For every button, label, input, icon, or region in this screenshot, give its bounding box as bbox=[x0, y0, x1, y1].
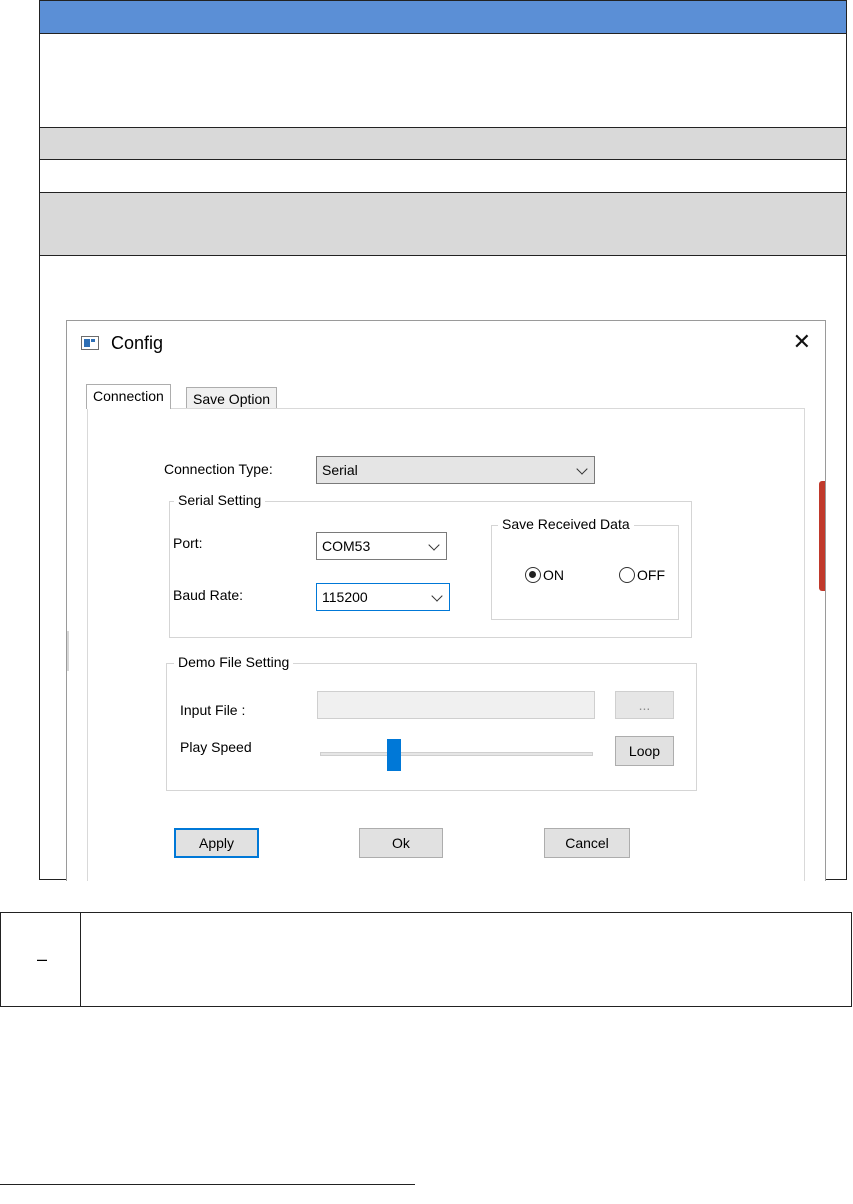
app-window-icon bbox=[81, 336, 99, 350]
demo-file-setting-group: Demo File Setting bbox=[166, 654, 697, 791]
baud-rate-select[interactable]: 115200 bbox=[316, 583, 450, 611]
port-value: COM53 bbox=[322, 538, 371, 554]
connection-type-select[interactable]: Serial bbox=[316, 456, 595, 484]
footnote-separator bbox=[0, 1184, 415, 1185]
baud-rate-value: 115200 bbox=[322, 589, 368, 605]
table-row-shaded bbox=[40, 128, 846, 160]
tab-save-option[interactable]: Save Option bbox=[186, 387, 278, 409]
off-radio-label: OFF bbox=[637, 567, 665, 583]
demo-file-setting-title: Demo File Setting bbox=[174, 654, 294, 670]
connection-type-value: Serial bbox=[322, 462, 358, 478]
cancel-button[interactable]: Cancel bbox=[544, 828, 630, 858]
connection-type-label: Connection Type: bbox=[164, 461, 273, 477]
play-speed-label: Play Speed bbox=[180, 739, 252, 755]
note-table: – bbox=[0, 912, 852, 1007]
background-window-edge bbox=[819, 481, 825, 591]
window-edge bbox=[67, 631, 69, 671]
play-speed-slider-track[interactable] bbox=[320, 752, 593, 756]
table-row-shaded bbox=[40, 193, 846, 256]
table-row bbox=[40, 160, 846, 193]
table-row bbox=[40, 34, 846, 128]
table-divider bbox=[80, 913, 81, 1006]
on-radio-label: ON bbox=[543, 567, 564, 583]
port-select[interactable]: COM53 bbox=[316, 532, 447, 560]
dialog-titlebar: Config ✕ bbox=[67, 321, 825, 367]
input-file-field[interactable] bbox=[317, 691, 595, 719]
off-radio[interactable] bbox=[619, 567, 635, 583]
chevron-down-icon bbox=[576, 463, 588, 475]
table-row-screenshot: Config ✕ Connection Save Option Connecti… bbox=[40, 256, 846, 881]
play-speed-slider-thumb[interactable] bbox=[386, 739, 401, 771]
apply-button[interactable]: Apply bbox=[174, 828, 259, 858]
chevron-down-icon bbox=[431, 590, 443, 602]
port-label: Port: bbox=[173, 535, 203, 551]
tab-connection[interactable]: Connection bbox=[86, 384, 171, 409]
ok-button[interactable]: Ok bbox=[359, 828, 443, 858]
chevron-down-icon bbox=[428, 539, 440, 551]
close-icon[interactable]: ✕ bbox=[793, 329, 811, 355]
loop-button[interactable]: Loop bbox=[615, 736, 674, 766]
input-file-label: Input File : bbox=[180, 702, 246, 718]
browse-button[interactable]: ... bbox=[615, 691, 674, 719]
table-header-row bbox=[40, 1, 846, 34]
config-dialog: Config ✕ Connection Save Option Connecti… bbox=[66, 320, 826, 881]
serial-setting-title: Serial Setting bbox=[174, 492, 266, 508]
note-mark: – bbox=[37, 949, 48, 969]
baud-rate-label: Baud Rate: bbox=[173, 587, 244, 603]
dialog-title: Config bbox=[111, 333, 164, 353]
document-table: Config ✕ Connection Save Option Connecti… bbox=[39, 0, 847, 881]
save-received-data-title: Save Received Data bbox=[498, 516, 634, 532]
on-radio[interactable] bbox=[525, 567, 541, 583]
